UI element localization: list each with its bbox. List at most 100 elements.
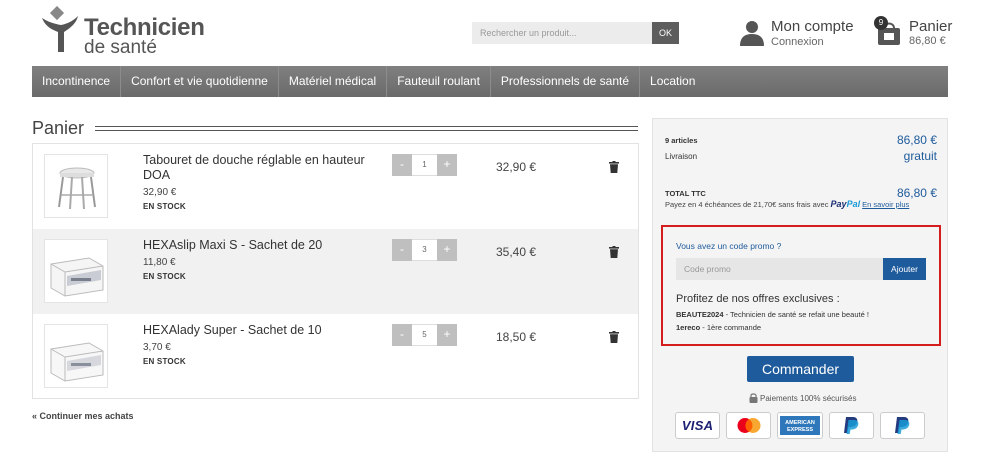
- continue-shopping-link[interactable]: « Continuer mes achats: [32, 411, 134, 421]
- visa-icon: VISA: [675, 412, 721, 439]
- product-image[interactable]: [44, 324, 108, 388]
- promo-question[interactable]: Vous avez un code promo ?: [676, 241, 781, 251]
- svg-text:AMERICAN: AMERICAN: [785, 420, 815, 426]
- stock-status: EN STOCK: [143, 357, 186, 366]
- page-title: Panier: [32, 118, 85, 138]
- nav-item-fauteuil-roulant[interactable]: Fauteuil roulant: [387, 66, 491, 97]
- cart-title: Panier: [909, 18, 953, 35]
- line-total: 35,40 €: [496, 245, 537, 259]
- cart-item-row: HEXAslip Maxi S - Sachet de 20 11,80 € E…: [33, 229, 638, 314]
- visa-label: VISA: [681, 418, 714, 433]
- cart-item-row: HEXAlady Super - Sachet de 10 3,70 € EN …: [33, 314, 638, 399]
- paypal-installments-text: Payez en 4 échéances de 21,70€ sans frai…: [665, 200, 829, 209]
- qty-increase-button[interactable]: +: [437, 324, 457, 346]
- amex-logo: AMERICAN EXPRESS: [780, 416, 820, 435]
- stock-status: EN STOCK: [143, 272, 186, 281]
- svg-text:EXPRESS: EXPRESS: [787, 427, 813, 433]
- secure-payment-note: Paiements 100% sécurisés: [749, 393, 857, 403]
- paypal-icon: [828, 412, 874, 439]
- continue-shopping-label: Continuer mes achats: [39, 411, 134, 421]
- product-name[interactable]: HEXAslip Maxi S - Sachet de 20: [143, 238, 373, 253]
- offer-text: - Technicien de santé se refait une beau…: [723, 310, 869, 319]
- nav-item-incontinence[interactable]: Incontinence: [32, 66, 122, 97]
- qty-decrease-button[interactable]: -: [392, 324, 412, 346]
- double-chevron-left-icon: «: [32, 411, 40, 421]
- paypal-p-logo: [844, 417, 859, 434]
- shower-stool-icon: [58, 167, 96, 210]
- nav-item-professionnels[interactable]: Professionnels de santé: [491, 66, 641, 97]
- quantity-stepper: - 1 +: [392, 154, 457, 176]
- line-total: 32,90 €: [496, 160, 537, 174]
- nav-item-materiel-medical[interactable]: Matériel médical: [279, 66, 388, 97]
- summary-delivery-row: Livraison gratuit: [665, 149, 937, 165]
- offer-text: - 1ère commande: [700, 323, 762, 332]
- delivery-value: gratuit: [903, 149, 937, 163]
- user-icon: [740, 21, 764, 46]
- quantity-stepper: - 3 +: [392, 239, 457, 261]
- checkout-button[interactable]: Commander: [747, 356, 854, 382]
- paypal-p-logo: [895, 417, 910, 434]
- logo-icon: [42, 6, 78, 52]
- qty-value[interactable]: 3: [412, 239, 437, 261]
- summary-articles-row: 9 articles 86,80 €: [665, 133, 937, 149]
- qty-value[interactable]: 1: [412, 154, 437, 176]
- cart-link[interactable]: 9 Panier 86,80 €: [874, 14, 954, 50]
- promo-code-input[interactable]: [676, 258, 883, 280]
- total-label: TOTAL TTC: [665, 189, 706, 198]
- secure-payment-text: Paiements 100% sécurisés: [760, 394, 857, 403]
- articles-label: 9 articles: [665, 136, 698, 145]
- account-link[interactable]: Mon compte Connexion: [740, 18, 855, 50]
- cart-total: 86,80 €: [909, 35, 946, 47]
- paypal-installments: Payez en 4 échéances de 21,70€ sans frai…: [665, 199, 945, 209]
- paypal-logo: Pay: [830, 199, 847, 209]
- trash-icon[interactable]: [609, 331, 619, 343]
- qty-decrease-button[interactable]: -: [392, 239, 412, 261]
- nav-item-confort[interactable]: Confort et vie quotidienne: [121, 66, 279, 97]
- delivery-label: Livraison: [665, 152, 698, 161]
- main-nav: Incontinence Confort et vie quotidienne …: [32, 66, 948, 97]
- search-input[interactable]: [472, 22, 653, 44]
- search-button[interactable]: OK: [652, 22, 679, 44]
- product-image[interactable]: [44, 154, 108, 218]
- qty-increase-button[interactable]: +: [437, 239, 457, 261]
- lock-icon: [749, 393, 758, 403]
- nav-item-location[interactable]: Location: [640, 66, 705, 97]
- amex-icon: AMERICAN EXPRESS: [777, 412, 823, 439]
- line-total: 18,50 €: [496, 330, 537, 344]
- offer-code: BEAUTE2024: [676, 310, 724, 319]
- learn-more-link[interactable]: En savoir plus: [862, 200, 909, 209]
- mastercard-logo: [737, 418, 761, 433]
- site-logo[interactable]: Technicien de santé: [40, 6, 230, 58]
- logo-subtitle: de santé: [84, 37, 157, 58]
- payment-methods: VISA AMERICAN EXPRESS: [675, 412, 926, 439]
- product-box-icon: [50, 342, 104, 382]
- product-image[interactable]: [44, 239, 108, 303]
- product-name[interactable]: HEXAlady Super - Sachet de 10: [143, 323, 373, 338]
- product-unit-price: 11,80 €: [143, 257, 176, 268]
- cart-item-row: Tabouret de douche réglable en hauteur D…: [33, 144, 638, 229]
- account-login[interactable]: Connexion: [771, 36, 824, 48]
- total-value: 86,80 €: [896, 186, 937, 200]
- paypal-icon: [879, 412, 926, 439]
- qty-increase-button[interactable]: +: [437, 154, 457, 176]
- offer-code: 1ereco: [676, 323, 701, 332]
- offers-title: Profitez de nos offres exclusives :: [676, 293, 840, 305]
- add-promo-button[interactable]: Ajouter: [883, 258, 926, 280]
- qty-value[interactable]: 5: [412, 324, 437, 346]
- cart-count-badge: 9: [874, 16, 888, 30]
- product-box-icon: [50, 257, 104, 297]
- trash-icon[interactable]: [609, 161, 619, 173]
- paypal-logo-suffix: Pal: [846, 199, 861, 209]
- order-summary: 9 articles 86,80 € Livraison gratuit TOT…: [652, 118, 948, 452]
- product-unit-price: 3,70 €: [143, 342, 171, 353]
- cart-item-list: Tabouret de douche réglable en hauteur D…: [32, 143, 639, 399]
- title-divider: [95, 126, 638, 131]
- quantity-stepper: - 5 +: [392, 324, 457, 346]
- search-bar: OK: [472, 22, 679, 44]
- offer-item[interactable]: BEAUTE2024 - Technicien de santé se refa…: [676, 310, 869, 319]
- qty-decrease-button[interactable]: -: [392, 154, 412, 176]
- articles-value: 86,80 €: [896, 133, 937, 147]
- offer-item[interactable]: 1ereco - 1ère commande: [676, 323, 761, 332]
- trash-icon[interactable]: [609, 246, 619, 258]
- product-name[interactable]: Tabouret de douche réglable en hauteur D…: [143, 153, 373, 183]
